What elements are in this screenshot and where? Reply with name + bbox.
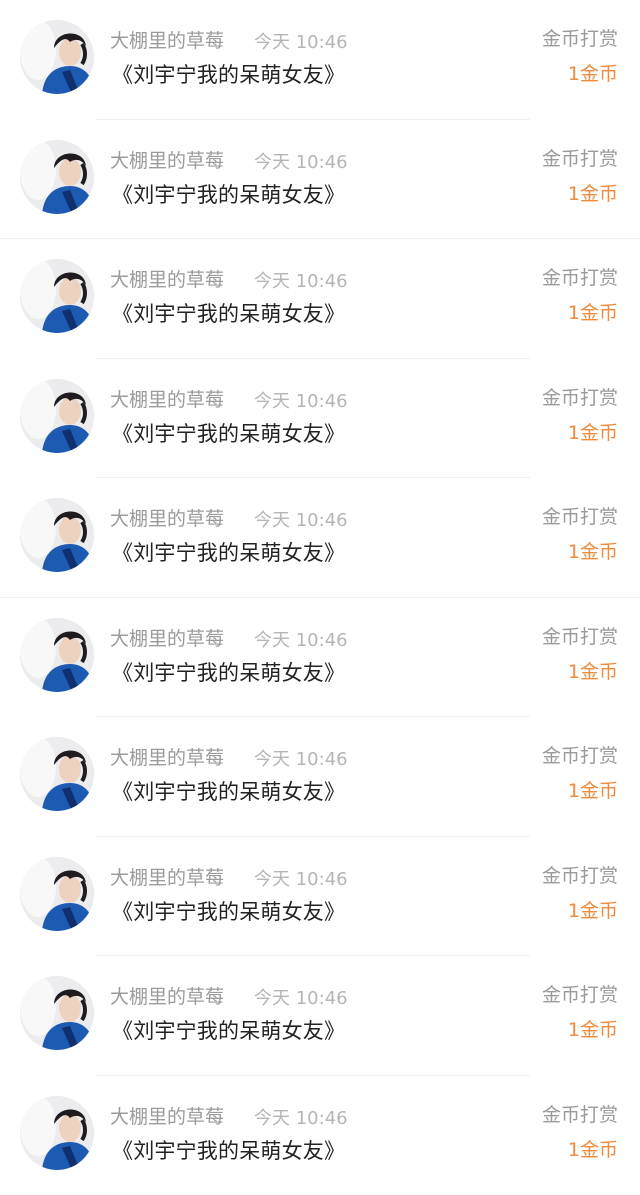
timestamp: 今天 10:46	[254, 509, 348, 533]
reward-amount: 1金币	[568, 778, 618, 804]
avatar[interactable]	[20, 857, 94, 931]
list-item[interactable]: 大棚里的草莓 今天 10:46 《刘宇宁我的呆萌女友》 金币打赏 1金币	[0, 956, 640, 1076]
reward-amount: 1金币	[568, 898, 618, 924]
username[interactable]: 大棚里的草莓	[110, 268, 224, 292]
reward-type-label: 金币打赏	[542, 625, 618, 649]
username[interactable]: 大棚里的草莓	[110, 149, 224, 173]
book-title[interactable]: 《刘宇宁我的呆萌女友》	[112, 1136, 345, 1166]
book-title[interactable]: 《刘宇宁我的呆萌女友》	[112, 60, 345, 90]
timestamp: 今天 10:46	[254, 390, 348, 414]
timestamp: 今天 10:46	[254, 31, 348, 55]
list-item[interactable]: 大棚里的草莓 今天 10:46 《刘宇宁我的呆萌女友》 金币打赏 1金币	[0, 239, 640, 359]
avatar[interactable]	[20, 976, 94, 1050]
reward-amount: 1金币	[568, 539, 618, 565]
reward-type-label: 金币打赏	[542, 1103, 618, 1127]
list-item[interactable]: 大棚里的草莓 今天 10:46 《刘宇宁我的呆萌女友》 金币打赏 1金币	[0, 478, 640, 598]
username[interactable]: 大棚里的草莓	[110, 507, 224, 531]
username[interactable]: 大棚里的草莓	[110, 746, 224, 770]
timestamp: 今天 10:46	[254, 270, 348, 294]
username[interactable]: 大棚里的草莓	[110, 1105, 224, 1129]
avatar[interactable]	[20, 498, 94, 572]
timestamp: 今天 10:46	[254, 151, 348, 175]
list-item[interactable]: 大棚里的草莓 今天 10:46 《刘宇宁我的呆萌女友》 金币打赏 1金币	[0, 120, 640, 240]
reward-amount: 1金币	[568, 61, 618, 87]
avatar[interactable]	[20, 20, 94, 94]
timestamp: 今天 10:46	[254, 987, 348, 1011]
reward-type-label: 金币打赏	[542, 864, 618, 888]
book-title[interactable]: 《刘宇宁我的呆萌女友》	[112, 299, 345, 329]
reward-amount: 1金币	[568, 300, 618, 326]
book-title[interactable]: 《刘宇宁我的呆萌女友》	[112, 538, 345, 568]
avatar[interactable]	[20, 737, 94, 811]
reward-amount: 1金币	[568, 659, 618, 685]
reward-amount: 1金币	[568, 1137, 618, 1163]
reward-type-label: 金币打赏	[542, 27, 618, 51]
timestamp: 今天 10:46	[254, 629, 348, 653]
reward-type-label: 金币打赏	[542, 147, 618, 171]
book-title[interactable]: 《刘宇宁我的呆萌女友》	[112, 777, 345, 807]
reward-type-label: 金币打赏	[542, 266, 618, 290]
list-item[interactable]: 大棚里的草莓 今天 10:46 《刘宇宁我的呆萌女友》 金币打赏 1金币	[0, 837, 640, 957]
reward-record-list: 大棚里的草莓 今天 10:46 《刘宇宁我的呆萌女友》 金币打赏 1金币 大棚里…	[0, 0, 640, 1191]
reward-type-label: 金币打赏	[542, 983, 618, 1007]
list-item[interactable]: 大棚里的草莓 今天 10:46 《刘宇宁我的呆萌女友》 金币打赏 1金币	[0, 359, 640, 479]
timestamp: 今天 10:46	[254, 748, 348, 772]
avatar[interactable]	[20, 379, 94, 453]
reward-type-label: 金币打赏	[542, 505, 618, 529]
username[interactable]: 大棚里的草莓	[110, 388, 224, 412]
timestamp: 今天 10:46	[254, 868, 348, 892]
book-title[interactable]: 《刘宇宁我的呆萌女友》	[112, 1016, 345, 1046]
list-item[interactable]: 大棚里的草莓 今天 10:46 《刘宇宁我的呆萌女友》 金币打赏 1金币	[0, 717, 640, 837]
username[interactable]: 大棚里的草莓	[110, 866, 224, 890]
reward-amount: 1金币	[568, 181, 618, 207]
book-title[interactable]: 《刘宇宁我的呆萌女友》	[112, 658, 345, 688]
avatar[interactable]	[20, 1096, 94, 1170]
username[interactable]: 大棚里的草莓	[110, 29, 224, 53]
avatar[interactable]	[20, 259, 94, 333]
list-item[interactable]: 大棚里的草莓 今天 10:46 《刘宇宁我的呆萌女友》 金币打赏 1金币	[0, 1076, 640, 1195]
book-title[interactable]: 《刘宇宁我的呆萌女友》	[112, 419, 345, 449]
username[interactable]: 大棚里的草莓	[110, 627, 224, 651]
book-title[interactable]: 《刘宇宁我的呆萌女友》	[112, 897, 345, 927]
reward-amount: 1金币	[568, 420, 618, 446]
reward-type-label: 金币打赏	[542, 744, 618, 768]
reward-type-label: 金币打赏	[542, 386, 618, 410]
avatar[interactable]	[20, 140, 94, 214]
list-item[interactable]: 大棚里的草莓 今天 10:46 《刘宇宁我的呆萌女友》 金币打赏 1金币	[0, 598, 640, 718]
reward-amount: 1金币	[568, 1017, 618, 1043]
username[interactable]: 大棚里的草莓	[110, 985, 224, 1009]
timestamp: 今天 10:46	[254, 1107, 348, 1131]
avatar[interactable]	[20, 618, 94, 692]
list-item[interactable]: 大棚里的草莓 今天 10:46 《刘宇宁我的呆萌女友》 金币打赏 1金币	[0, 0, 640, 120]
book-title[interactable]: 《刘宇宁我的呆萌女友》	[112, 180, 345, 210]
